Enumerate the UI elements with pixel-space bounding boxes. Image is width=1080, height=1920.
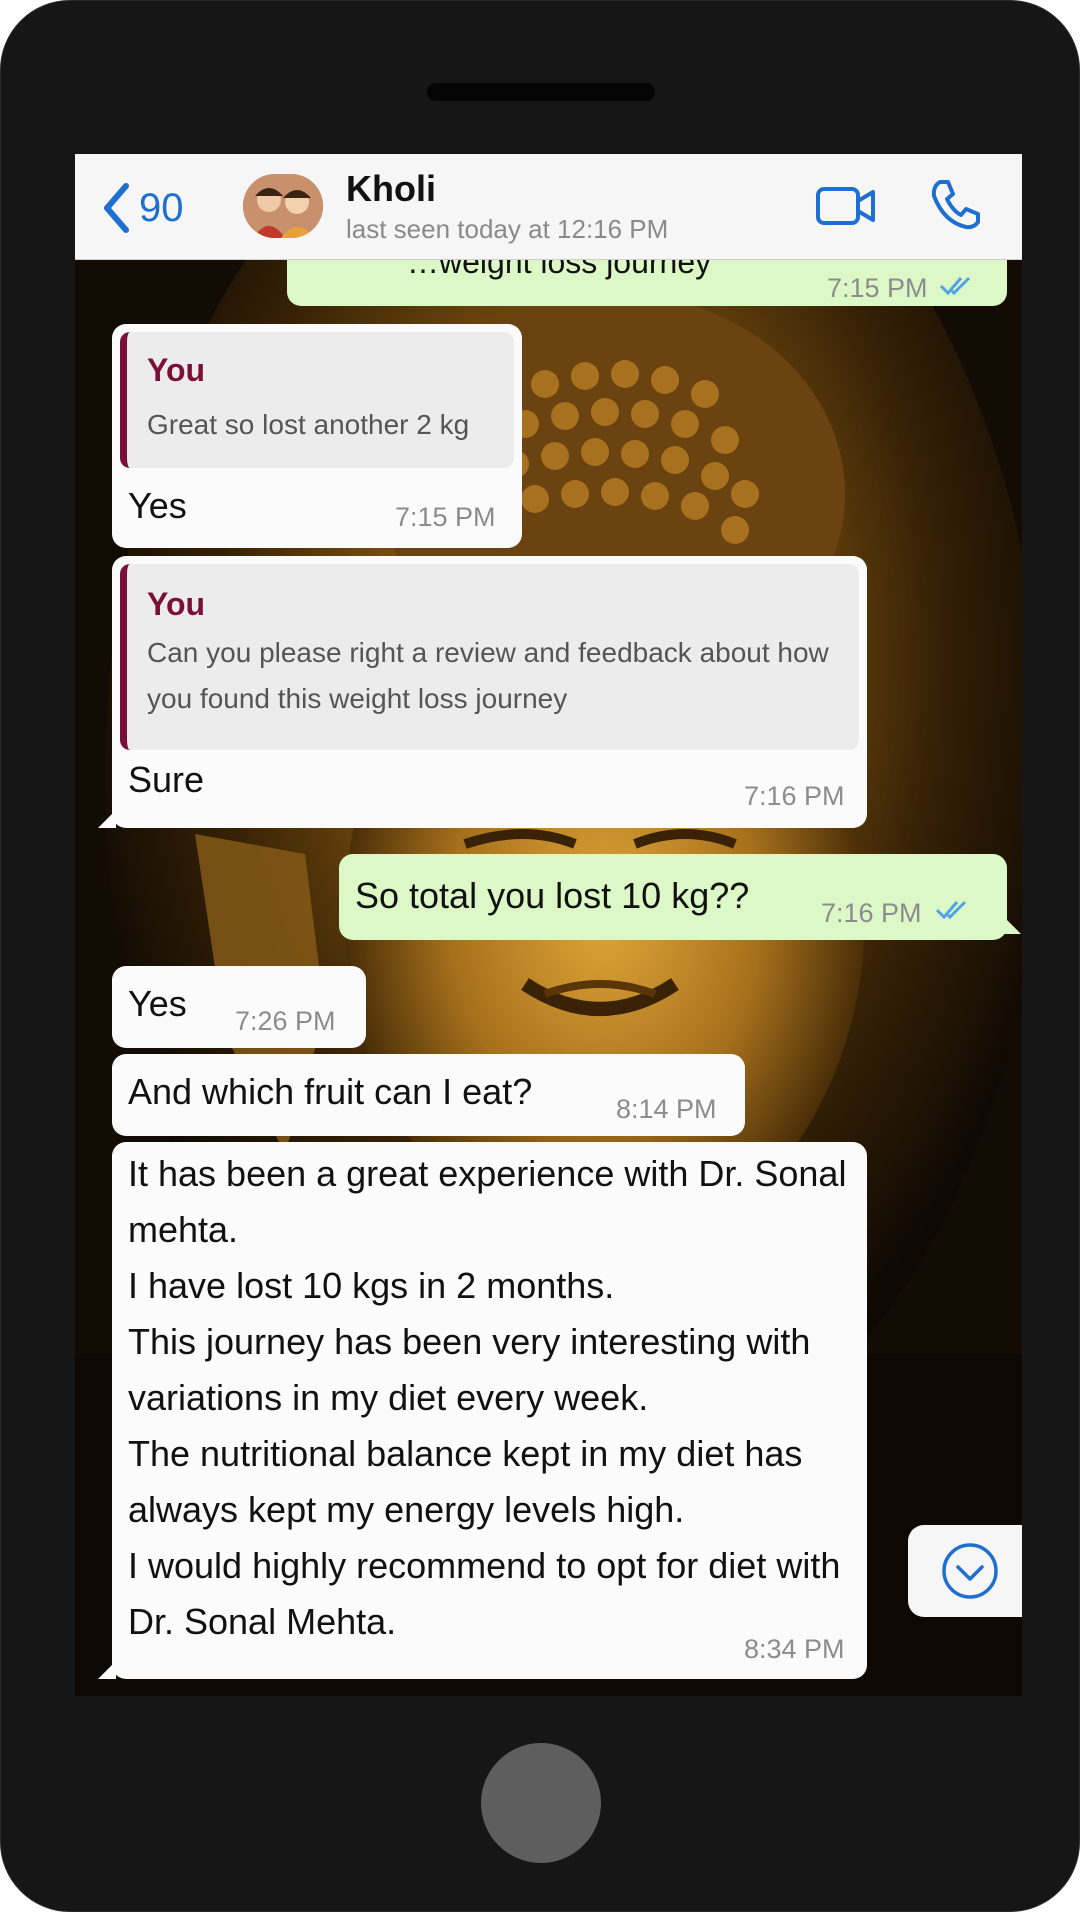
phone-icon[interactable] [928,176,984,232]
video-camera-icon[interactable] [815,184,879,228]
home-button[interactable] [481,1743,601,1863]
avatar-photo [243,174,323,238]
quote-text: Great so lost another 2 kg [147,409,470,440]
message-bubble-incoming[interactable]: You Can you please right a review and fe… [98,556,867,828]
quote-text: Can you please right a review and feedba… [147,637,829,714]
unread-count: 90 [139,185,184,230]
message-text: Yes [128,485,187,526]
message-text: So total you lost 10 kg?? [355,875,750,916]
last-seen-status: last seen today at 12:16 PM [346,214,669,244]
message-bubble-outgoing[interactable]: So total you lost 10 kg?? 7:16 PM [339,854,1021,940]
message-time: 7:16 PM [744,781,845,811]
message-bubble-incoming[interactable]: Yes 7:26 PM [112,966,366,1048]
message-time: 8:34 PM [744,1634,845,1664]
message-text: Sure [128,759,205,800]
message-time: 7:15 PM [827,273,928,303]
message-time: 7:26 PM [235,1006,336,1036]
double-check-icon [939,276,971,296]
message-bubble-incoming[interactable]: It has been a great experience with Dr. … [98,1142,867,1679]
quoted-message[interactable]: You Can you please right a review and fe… [120,564,859,750]
avatar[interactable] [243,174,323,238]
message-text: And which fruit can I eat? [128,1071,533,1112]
message-bubble-incoming[interactable]: And which fruit can I eat? 8:14 PM [112,1054,745,1136]
message-time: 7:15 PM [395,502,496,532]
quoted-message[interactable]: You Great so lost another 2 kg [120,332,514,468]
message-bubble-incoming[interactable]: You Great so lost another 2 kg Yes 7:15 … [112,324,522,548]
phone-frame: 90 Kholi last seen today at 12:16 PM …we… [0,0,1080,1912]
quote-author: You [147,586,206,622]
phone-speaker [427,83,655,101]
chevron-left-icon [104,183,129,233]
scroll-to-bottom-button[interactable] [908,1525,1022,1617]
message-text: It has been a great experience with Dr. … [128,1153,847,1642]
quote-author: You [147,352,206,388]
chevron-down-circle-icon [942,1543,998,1599]
double-check-icon [935,900,967,920]
back-button[interactable]: 90 [101,182,184,234]
contact-name[interactable]: Kholi [346,168,436,210]
message-text: Yes [128,983,187,1024]
message-time: 7:16 PM [821,898,922,928]
chat-header: 90 Kholi last seen today at 12:16 PM [75,154,1022,260]
chat-screen[interactable]: 90 Kholi last seen today at 12:16 PM …we… [75,154,1022,1696]
message-time: 8:14 PM [616,1094,717,1124]
